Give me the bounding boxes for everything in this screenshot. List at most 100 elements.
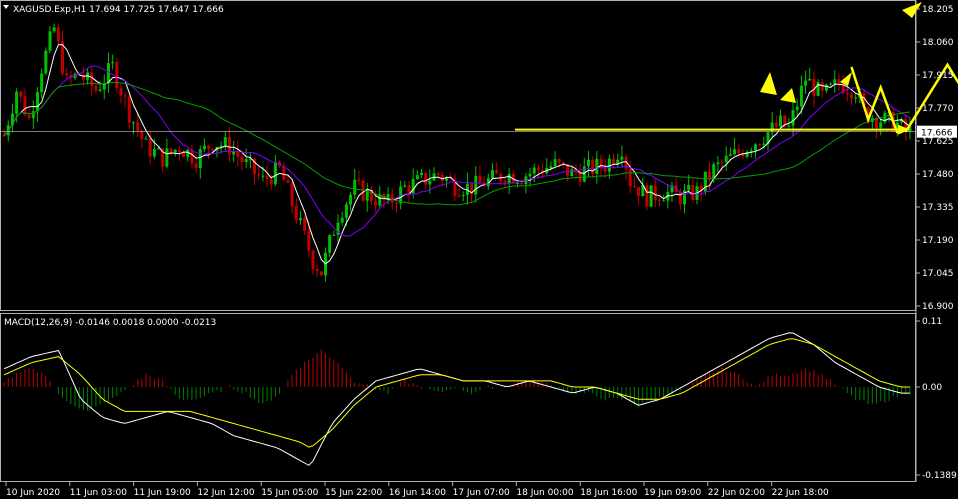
candle-body <box>703 171 707 192</box>
candle-body <box>553 159 557 167</box>
candle-body <box>207 145 211 150</box>
candle-body <box>136 122 140 131</box>
candle-body <box>307 230 311 251</box>
candle-body <box>528 173 532 177</box>
candle-body <box>804 80 808 86</box>
candle-body <box>586 159 590 167</box>
candle-body <box>733 149 737 155</box>
candle-body <box>837 79 841 84</box>
candle-body <box>808 78 812 81</box>
candle-body <box>724 155 728 163</box>
candle-body <box>607 158 611 172</box>
candle-body <box>879 122 883 128</box>
candle-body <box>340 217 344 223</box>
trading-chart[interactable]: 18.20518.06017.91517.77017.62517.48017.3… <box>0 0 958 499</box>
candle-body <box>516 183 520 185</box>
candle-body <box>111 61 115 64</box>
candle-body <box>461 194 465 197</box>
price-tick-label: 17.045 <box>922 269 954 279</box>
candle-body <box>762 143 766 145</box>
time-tick-label: 18 Jun 00:00 <box>516 488 573 498</box>
candle-body <box>657 200 661 202</box>
candle-body <box>532 167 536 174</box>
candle-body <box>165 148 169 167</box>
candle-body <box>273 162 277 185</box>
candle-body <box>244 159 248 163</box>
candle-body <box>223 137 227 146</box>
candle-body <box>169 148 173 153</box>
candle-body <box>35 92 39 112</box>
candle-body <box>691 184 695 200</box>
candle-body <box>833 79 837 84</box>
candle-body <box>795 106 799 111</box>
price-tick-label: 16.900 <box>922 302 954 312</box>
candle-body <box>353 179 357 195</box>
symbol-header: XAGUSD.Exp,H1 17.694 17.725 17.647 17.66… <box>3 5 224 15</box>
candle-body <box>19 91 23 97</box>
candle-body <box>403 185 407 187</box>
candle-body <box>240 156 244 163</box>
time-tick-label: 18 Jun 16:00 <box>580 488 637 498</box>
time-tick-label: 17 Jun 07:00 <box>453 488 510 498</box>
candle-body <box>98 89 102 91</box>
candle-body <box>357 179 361 181</box>
candle-body <box>549 166 553 168</box>
time-tick-label: 12 Jun 12:00 <box>197 488 254 498</box>
current-price-label: 17.666 <box>921 129 953 139</box>
candle-body <box>157 148 161 150</box>
time-tick-label: 15 Jun 05:00 <box>261 488 318 498</box>
candle-body <box>52 27 56 32</box>
time-tick-label: 11 Jun 19:00 <box>134 488 191 498</box>
candle-body <box>315 268 319 272</box>
candle-body <box>812 78 816 96</box>
candle-body <box>173 149 177 153</box>
candle-body <box>194 163 198 169</box>
macd-tick-label: 0.11 <box>922 317 942 327</box>
candle-body <box>119 88 123 96</box>
candle-body <box>595 158 599 174</box>
candle-body <box>824 84 828 91</box>
candle-body <box>845 92 849 94</box>
candle-body <box>152 149 156 157</box>
candle-body <box>687 184 691 191</box>
candle-body <box>428 180 432 185</box>
candle-body <box>148 138 152 157</box>
candle-body <box>536 167 540 171</box>
candle-body <box>799 85 803 107</box>
time-tick-label: 10 Jun 2020 <box>6 488 60 498</box>
candle-body <box>737 149 741 154</box>
candle-body <box>349 194 353 205</box>
candle-body <box>628 168 632 187</box>
candle-body <box>65 73 69 76</box>
price-tick-label: 17.770 <box>922 104 954 114</box>
candle-body <box>854 97 858 99</box>
candle-body <box>261 175 265 177</box>
candle-body <box>420 172 424 176</box>
price-tick-label: 17.190 <box>922 236 954 246</box>
candle-body <box>202 145 206 150</box>
candle-body <box>791 110 795 126</box>
candle-body <box>407 185 411 194</box>
candle-body <box>653 185 657 201</box>
macd-tick-label: 0.00 <box>922 383 942 393</box>
candle-body <box>507 173 511 184</box>
candle-body <box>591 159 595 174</box>
candle-body <box>286 180 290 183</box>
candle-body <box>612 158 616 165</box>
candle-body <box>645 185 649 207</box>
price-tick-label: 17.915 <box>922 71 954 81</box>
candle-body <box>424 172 428 185</box>
candle-body <box>495 169 499 174</box>
candle-body <box>127 96 131 123</box>
candle-body <box>820 82 824 91</box>
candle-body <box>311 250 315 269</box>
candle-body <box>774 122 778 127</box>
candle-body <box>478 175 482 183</box>
candle-body <box>758 144 762 146</box>
candle-body <box>490 169 494 179</box>
price-tick-label: 18.060 <box>922 38 954 48</box>
candle-body <box>620 156 624 160</box>
time-tick-label: 22 Jun 18:00 <box>772 488 829 498</box>
candle-body <box>265 175 269 180</box>
candle-body <box>257 174 261 176</box>
